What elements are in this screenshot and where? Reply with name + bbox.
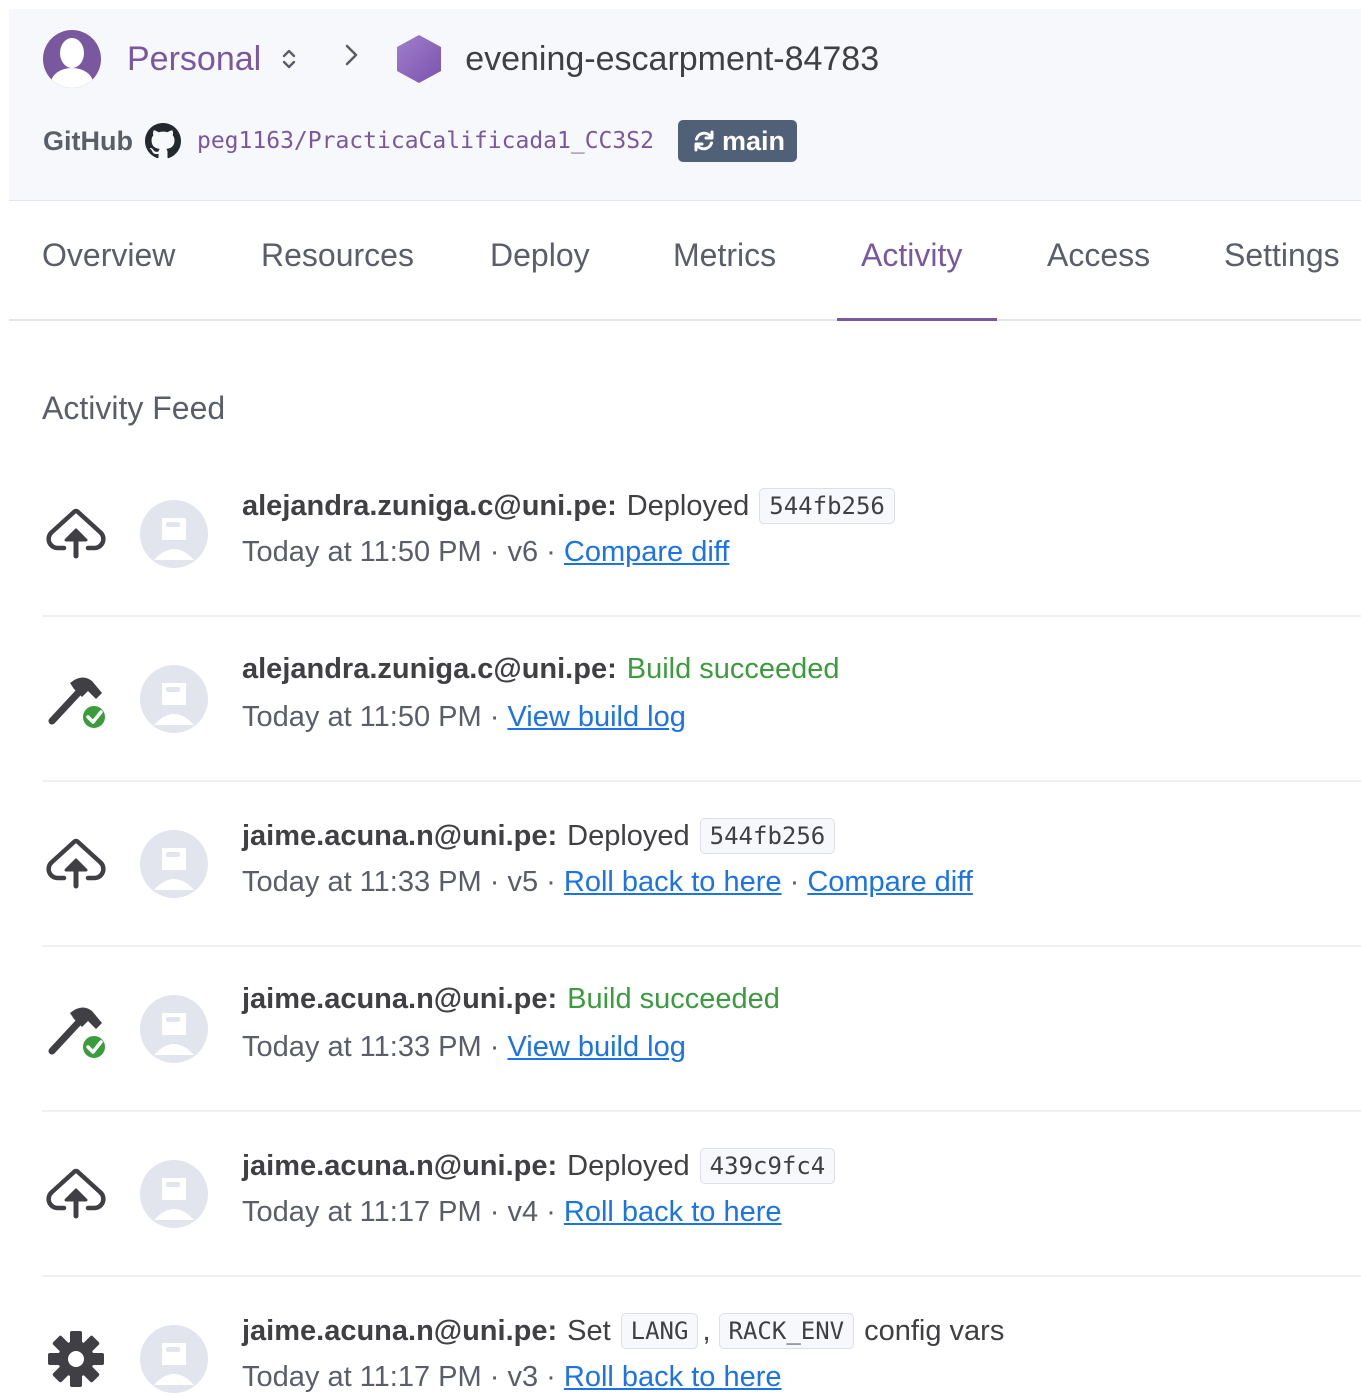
config-var-name: RACK_ENV: [718, 1313, 855, 1349]
activity-user: jaime.acuna.n@uni.pe:: [242, 819, 558, 852]
account-switcher[interactable]: Personal: [127, 40, 261, 79]
activity-item: alejandra.zuniga.c@uni.pe: Build succeed…: [42, 617, 1361, 782]
activity-action: Set: [567, 1314, 611, 1347]
app-hexagon-icon: [397, 35, 442, 83]
breadcrumb: Personal evening-escarpment-84783: [43, 29, 879, 89]
build-status: Build succeeded: [567, 983, 780, 1015]
build-hammer-icon: [48, 677, 107, 730]
activity-item: jaime.acuna.n@uni.pe: Set LANG , RACK_EN…: [42, 1277, 1361, 1396]
activity-action: Deployed: [567, 1149, 690, 1182]
rollback-link[interactable]: Roll back to here: [564, 1196, 782, 1228]
commit-hash: 544fb256: [699, 818, 836, 854]
github-connection: GitHub peg1163/PracticaCalificada1_CC3S2…: [43, 120, 797, 162]
active-tab-indicator: [837, 318, 997, 321]
tab-resources[interactable]: Resources: [261, 237, 414, 274]
commit-hash: 439c9fc4: [699, 1148, 836, 1184]
github-label: GitHub: [43, 125, 133, 156]
activity-user: alejandra.zuniga.c@uni.pe:: [242, 653, 617, 685]
branch-name: main: [721, 125, 785, 156]
app-tabs: Overview Resources Deploy Metrics Activi…: [9, 201, 1361, 321]
rollback-link[interactable]: Roll back to here: [564, 1361, 782, 1393]
activity-action: Deployed: [626, 489, 750, 522]
tab-overview[interactable]: Overview: [42, 237, 175, 274]
user-avatar: [140, 995, 208, 1063]
view-build-log-link[interactable]: View build log: [507, 701, 685, 733]
github-icon: [144, 123, 181, 159]
activity-item: jaime.acuna.n@uni.pe: Build succeeded To…: [42, 947, 1361, 1112]
activity-user: jaime.acuna.n@uni.pe:: [242, 983, 558, 1015]
compare-diff-link[interactable]: Compare diff: [807, 866, 973, 898]
activity-suffix: config vars: [864, 1314, 1005, 1347]
compare-diff-link[interactable]: Compare diff: [564, 536, 730, 568]
user-avatar: [140, 500, 208, 568]
release-version: v3: [507, 1361, 539, 1393]
commit-hash: 544fb256: [759, 488, 895, 524]
tab-metrics[interactable]: Metrics: [673, 237, 776, 274]
activity-item: jaime.acuna.n@uni.pe: Deployed 544fb256 …: [42, 782, 1361, 947]
repo-link[interactable]: peg1163/PracticaCalificada1_CC3S2: [197, 128, 654, 154]
app-name[interactable]: evening-escarpment-84783: [465, 40, 879, 79]
rollback-link[interactable]: Roll back to here: [564, 866, 782, 898]
activity-user: jaime.acuna.n@uni.pe:: [242, 1149, 558, 1182]
activity-time: Today at 11:50 PM: [242, 536, 482, 568]
view-build-log-link[interactable]: View build log: [507, 1031, 685, 1063]
account-avatar[interactable]: [43, 30, 101, 88]
activity-time: Today at 11:50 PM: [242, 701, 482, 733]
release-version: v5: [507, 866, 539, 898]
release-version: v6: [507, 536, 539, 568]
activity-feed: alejandra.zuniga.c@uni.pe: Deployed 544f…: [42, 452, 1361, 1396]
sync-icon: [694, 130, 714, 152]
activity-time: Today at 11:17 PM: [242, 1196, 482, 1228]
chevron-updown-icon[interactable]: [281, 46, 297, 72]
deploy-icon: [46, 838, 106, 889]
branch-badge[interactable]: main: [677, 120, 797, 162]
tab-deploy[interactable]: Deploy: [490, 237, 590, 274]
activity-user: jaime.acuna.n@uni.pe:: [242, 1314, 558, 1347]
activity-time: Today at 11:33 PM: [242, 866, 482, 898]
activity-action: Deployed: [567, 819, 690, 852]
user-avatar: [140, 1160, 208, 1228]
tab-activity[interactable]: Activity: [861, 237, 962, 274]
deploy-icon: [46, 508, 106, 559]
chevron-right-icon: [343, 41, 361, 77]
separator-comma: ,: [702, 1314, 711, 1347]
activity-time: Today at 11:17 PM: [242, 1361, 482, 1393]
deploy-icon: [46, 1168, 106, 1219]
user-avatar: [140, 665, 208, 733]
feed-title: Activity Feed: [42, 390, 226, 426]
activity-time: Today at 11:33 PM: [242, 1031, 482, 1063]
build-status: Build succeeded: [626, 653, 840, 685]
activity-user: alejandra.zuniga.c@uni.pe:: [242, 489, 617, 522]
user-avatar: [140, 830, 208, 898]
build-hammer-icon: [48, 1007, 107, 1060]
activity-item: alejandra.zuniga.c@uni.pe: Deployed 544f…: [42, 452, 1361, 617]
tab-access[interactable]: Access: [1047, 237, 1150, 274]
activity-item: jaime.acuna.n@uni.pe: Deployed 439c9fc4 …: [42, 1112, 1361, 1277]
config-var-name: LANG: [620, 1313, 699, 1349]
tab-settings[interactable]: Settings: [1224, 237, 1340, 274]
gear-icon: [48, 1331, 104, 1387]
app-header: Personal evening-escarpment-84783 GitHub…: [9, 9, 1361, 201]
release-version: v4: [507, 1196, 539, 1228]
user-avatar: [140, 1325, 208, 1393]
